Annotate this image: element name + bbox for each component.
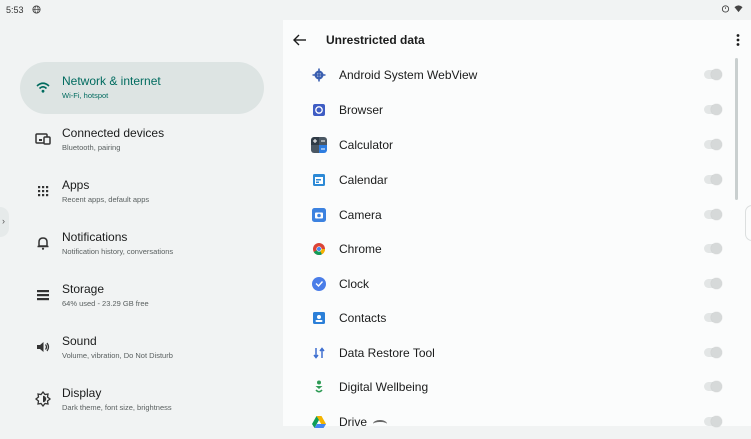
wellbeing-icon: [315, 380, 323, 393]
unrestricted-data-toggle[interactable]: [704, 174, 722, 185]
calculator-icon: [311, 137, 327, 153]
app-name: Calculator: [339, 138, 394, 152]
list-item-digital-wellbeing[interactable]: Digital Wellbeing: [300, 370, 730, 404]
app-name: Android System WebView: [339, 68, 478, 82]
app-name: Camera: [339, 208, 382, 222]
back-arrow-icon[interactable]: [290, 30, 310, 50]
unrestricted-data-toggle[interactable]: [704, 104, 722, 115]
list-item-clock[interactable]: Clock: [300, 267, 730, 301]
calendar-icon: [313, 174, 325, 186]
sidebar-item-notifications[interactable]: Notifications Notification history, conv…: [20, 218, 264, 270]
unrestricted-data-toggle[interactable]: [704, 243, 722, 254]
list-scrollbar[interactable]: [735, 58, 738, 200]
unrestricted-data-toggle[interactable]: [704, 416, 722, 427]
app-name: Browser: [339, 103, 384, 117]
app-name: Digital Wellbeing: [339, 380, 429, 394]
storage-icon: [37, 290, 49, 301]
unrestricted-data-toggle[interactable]: [704, 381, 722, 392]
apps-grid-icon: [38, 186, 49, 197]
list-item-webview[interactable]: Android System WebView: [300, 58, 730, 92]
chevron-right-icon: ›: [2, 216, 5, 226]
list-item-browser[interactable]: Browser: [300, 93, 730, 127]
unrestricted-data-toggle[interactable]: [704, 347, 722, 358]
sidebar-item-label: Network & internet: [62, 74, 161, 88]
clock-icon: [312, 277, 326, 291]
sidebar-item-label: Connected devices: [62, 126, 165, 140]
speaker-icon: [37, 342, 50, 352]
sidebar-item-label: Sound: [62, 334, 97, 348]
unrestricted-data-toggle[interactable]: [704, 312, 722, 323]
sidebar-item-sound[interactable]: Sound Volume, vibration, Do Not Disturb: [20, 322, 264, 374]
unrestricted-data-toggle[interactable]: [704, 278, 722, 289]
wifi-icon: [36, 82, 50, 93]
sidebar-item-label: Apps: [62, 178, 90, 192]
sidebar-item-subtitle: Recent apps, default apps: [62, 195, 150, 204]
sidebar-item-label: Notifications: [62, 230, 128, 244]
more-options-icon[interactable]: [733, 30, 743, 50]
sidebar-item-subtitle: Wi‑Fi, hotspot: [62, 91, 109, 100]
sidebar-item-connected-devices[interactable]: Connected devices Bluetooth, pairing: [20, 114, 264, 166]
app-name: Drive: [339, 415, 368, 429]
expand-handle[interactable]: ›: [0, 207, 9, 237]
status-time: 5:53: [6, 5, 24, 15]
chrome-icon: [313, 243, 325, 256]
right-edge-handle[interactable]: [745, 205, 751, 241]
unrestricted-data-toggle[interactable]: [704, 209, 722, 220]
page-title: Unrestricted data: [326, 33, 425, 47]
list-item-data-restore-tool[interactable]: Data Restore Tool: [300, 336, 730, 370]
list-item-drive[interactable]: Drive: [300, 405, 730, 439]
app-name: Data Restore Tool: [339, 346, 435, 360]
wifi-signal-icon: [734, 5, 743, 13]
vpn-globe-icon: [32, 5, 41, 14]
list-item-calculator[interactable]: Calculator: [300, 128, 730, 162]
sidebar-item-network[interactable]: Network & internet Wi‑Fi, hotspot: [20, 62, 264, 114]
alarm-icon: [721, 5, 730, 13]
sidebar-item-label: Display: [62, 386, 102, 400]
data-restore-icon: [313, 347, 325, 359]
contacts-icon: [313, 312, 325, 324]
unrestricted-data-toggle[interactable]: [704, 139, 722, 150]
webview-icon: [312, 68, 326, 82]
list-item-calendar[interactable]: Calendar: [300, 163, 730, 197]
browser-icon: [313, 104, 325, 116]
camera-icon: [312, 208, 326, 222]
sidebar-item-subtitle: Volume, vibration, Do Not Disturb: [62, 351, 173, 360]
devices-icon: [35, 133, 51, 145]
app-name: Clock: [339, 277, 370, 291]
list-item-contacts[interactable]: Contacts: [300, 301, 730, 335]
app-name: Chrome: [339, 242, 382, 256]
app-name: Contacts: [339, 311, 387, 325]
sidebar-item-label: Storage: [62, 282, 105, 296]
list-item-camera[interactable]: Camera: [300, 198, 730, 232]
sidebar-item-apps[interactable]: Apps Recent apps, default apps: [20, 166, 264, 218]
sidebar-item-subtitle: Bluetooth, pairing: [62, 143, 121, 152]
gesture-hint: [373, 420, 387, 428]
brightness-icon: [34, 390, 52, 408]
drive-icon: [312, 416, 326, 428]
sidebar-item-storage[interactable]: Storage 64% used - 23.29 GB free: [20, 270, 264, 322]
unrestricted-data-toggle[interactable]: [704, 69, 722, 80]
sidebar-item-subtitle: 64% used - 23.29 GB free: [62, 299, 149, 308]
sidebar-item-subtitle: Notification history, conversations: [62, 247, 174, 256]
status-bar: 5:53: [0, 0, 751, 20]
sidebar-item-subtitle: Dark theme, font size, brightness: [62, 403, 172, 412]
list-item-chrome[interactable]: Chrome: [300, 232, 730, 266]
sidebar-item-display[interactable]: Display Dark theme, font size, brightnes…: [20, 374, 264, 426]
app-name: Calendar: [339, 173, 388, 187]
bell-icon: [37, 237, 49, 250]
